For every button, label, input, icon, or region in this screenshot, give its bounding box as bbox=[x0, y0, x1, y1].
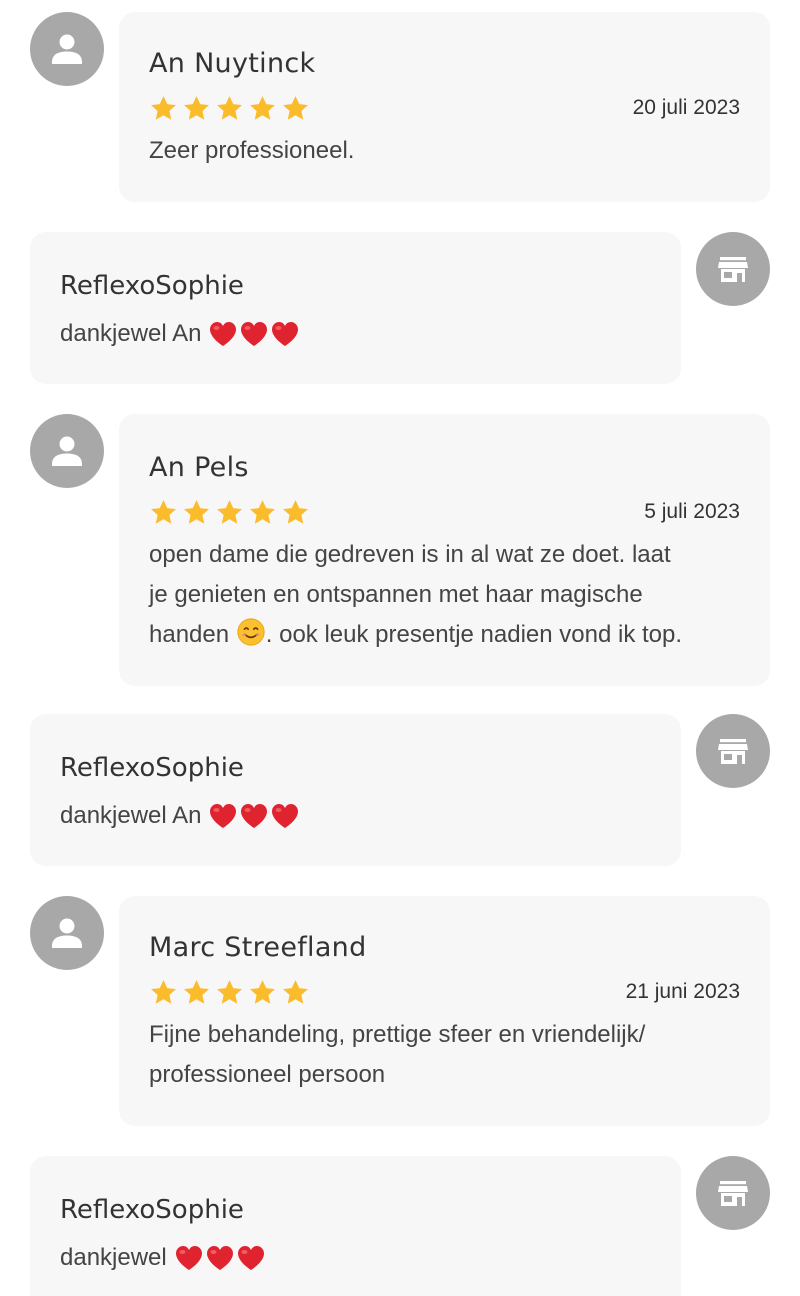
rating-row: 5 juli 2023 bbox=[149, 495, 740, 529]
star-icon bbox=[248, 978, 277, 1007]
star-icon bbox=[281, 498, 310, 527]
owner-reply-card: ReflexoSophie dankjewel An bbox=[30, 714, 681, 866]
star-rating bbox=[149, 978, 310, 1007]
hearts bbox=[207, 318, 300, 350]
star-icon bbox=[248, 94, 277, 123]
review-text-segment: . ook leuk presentje nadien vond ik top. bbox=[265, 621, 683, 648]
reply-text: dankjewel An bbox=[60, 314, 651, 354]
review-card: An Nuytinck 20 juli 2023 Zeer profession… bbox=[119, 12, 770, 202]
star-icon bbox=[281, 94, 310, 123]
star-icon bbox=[149, 498, 178, 527]
heart-icon bbox=[207, 800, 239, 832]
star-icon bbox=[182, 94, 211, 123]
person-icon bbox=[47, 29, 87, 69]
review-date: 5 juli 2023 bbox=[644, 500, 740, 523]
rating-row: 20 juli 2023 bbox=[149, 91, 740, 125]
star-icon bbox=[215, 498, 244, 527]
owner-name: ReflexoSophie bbox=[60, 271, 244, 301]
smiling-face-icon bbox=[236, 617, 266, 647]
review-date: 21 juni 2023 bbox=[625, 980, 740, 1003]
heart-icon bbox=[238, 800, 270, 832]
star-icon bbox=[182, 498, 211, 527]
hearts bbox=[207, 800, 300, 832]
star-icon bbox=[215, 94, 244, 123]
review-text-line: handen . ook leuk presentje nadien vond … bbox=[149, 615, 740, 655]
heart-icon bbox=[269, 800, 301, 832]
review-text-line: Fijne behandeling, prettige sfeer en vri… bbox=[149, 1021, 646, 1048]
reviewer-avatar[interactable] bbox=[30, 896, 104, 970]
review-card: An Pels 5 juli 2023 open dame die gedrev… bbox=[119, 414, 770, 686]
owner-reply-card: ReflexoSophie dankjewel An bbox=[30, 232, 681, 384]
rating-row: 21 juni 2023 bbox=[149, 975, 740, 1009]
store-icon bbox=[713, 1173, 753, 1213]
heart-icon bbox=[173, 1242, 205, 1274]
reply-message: dankjewel An bbox=[60, 802, 202, 829]
owner-reply-card: ReflexoSophie dankjewel bbox=[30, 1156, 681, 1296]
reviewer-avatar[interactable] bbox=[30, 12, 104, 86]
person-icon bbox=[47, 913, 87, 953]
heart-icon bbox=[269, 318, 301, 350]
review-text: Zeer professioneel. bbox=[149, 137, 355, 164]
review-text-line: professioneel persoon bbox=[149, 1061, 386, 1088]
review-text-segment: handen bbox=[149, 621, 230, 648]
person-icon bbox=[47, 431, 87, 471]
star-icon bbox=[281, 978, 310, 1007]
reviewer-name: Marc Streefland bbox=[149, 932, 367, 963]
review-text-line: open dame die gedreven is in al wat ze d… bbox=[149, 541, 671, 568]
shop-avatar[interactable] bbox=[696, 714, 770, 788]
heart-icon bbox=[238, 318, 270, 350]
review-text: Fijne behandeling, prettige sfeer en vri… bbox=[149, 1015, 740, 1095]
store-icon bbox=[713, 731, 753, 771]
owner-name: ReflexoSophie bbox=[60, 753, 244, 783]
star-icon bbox=[215, 978, 244, 1007]
review-card: Marc Streefland 21 juni 2023 Fijne behan… bbox=[119, 896, 770, 1126]
review-date: 20 juli 2023 bbox=[632, 96, 740, 119]
review-text: open dame die gedreven is in al wat ze d… bbox=[149, 535, 740, 655]
star-icon bbox=[248, 498, 277, 527]
heart-icon bbox=[204, 1242, 236, 1274]
star-rating bbox=[149, 94, 310, 123]
reply-message: dankjewel bbox=[60, 1244, 167, 1271]
owner-name: ReflexoSophie bbox=[60, 1195, 244, 1225]
review-text-line: je genieten en ontspannen met haar magis… bbox=[149, 581, 643, 608]
heart-icon bbox=[235, 1242, 267, 1274]
star-icon bbox=[149, 978, 178, 1007]
hearts bbox=[173, 1242, 266, 1274]
star-icon bbox=[182, 978, 211, 1007]
reply-message: dankjewel An bbox=[60, 320, 202, 347]
reply-text: dankjewel bbox=[60, 1238, 651, 1278]
reply-text: dankjewel An bbox=[60, 796, 651, 836]
heart-icon bbox=[207, 318, 239, 350]
shop-avatar[interactable] bbox=[696, 1156, 770, 1230]
shop-avatar[interactable] bbox=[696, 232, 770, 306]
reviewer-name: An Nuytinck bbox=[149, 48, 316, 79]
reviewer-avatar[interactable] bbox=[30, 414, 104, 488]
store-icon bbox=[713, 249, 753, 289]
reviewer-name: An Pels bbox=[149, 452, 249, 483]
star-icon bbox=[149, 94, 178, 123]
star-rating bbox=[149, 498, 310, 527]
